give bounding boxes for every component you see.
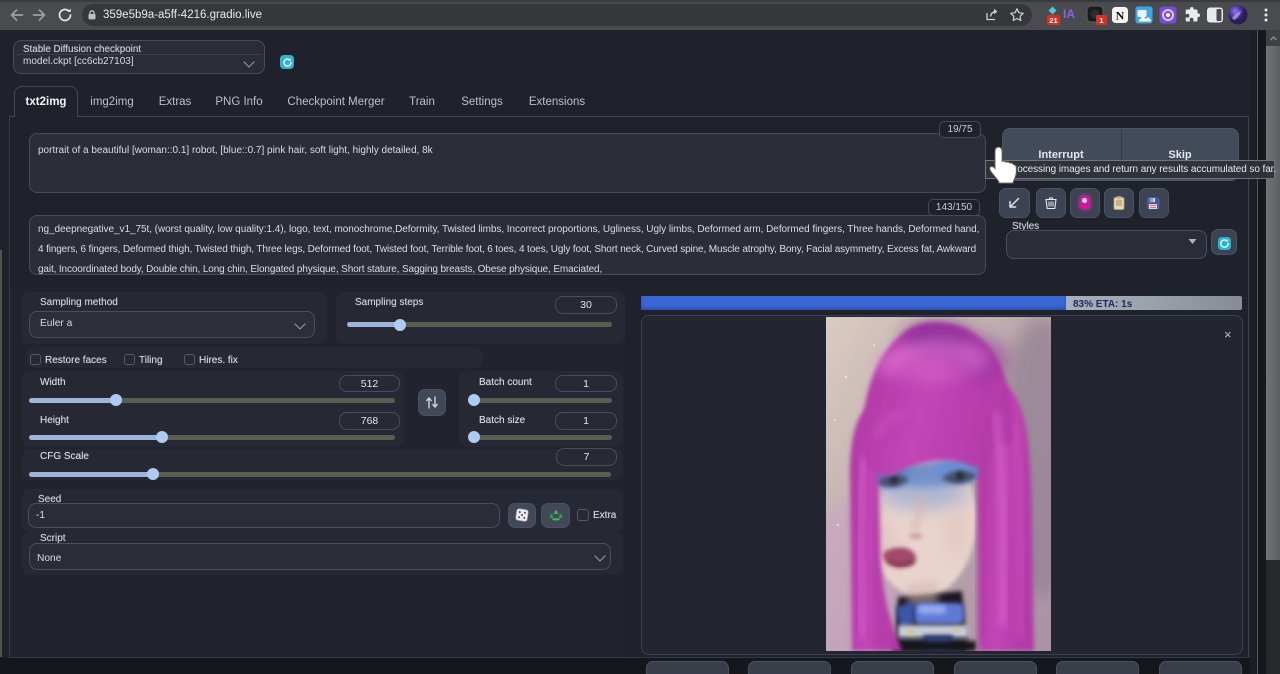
svg-text:N: N (1116, 9, 1125, 23)
svg-text:1: 1 (1099, 16, 1103, 25)
svg-text:21: 21 (1049, 16, 1057, 25)
